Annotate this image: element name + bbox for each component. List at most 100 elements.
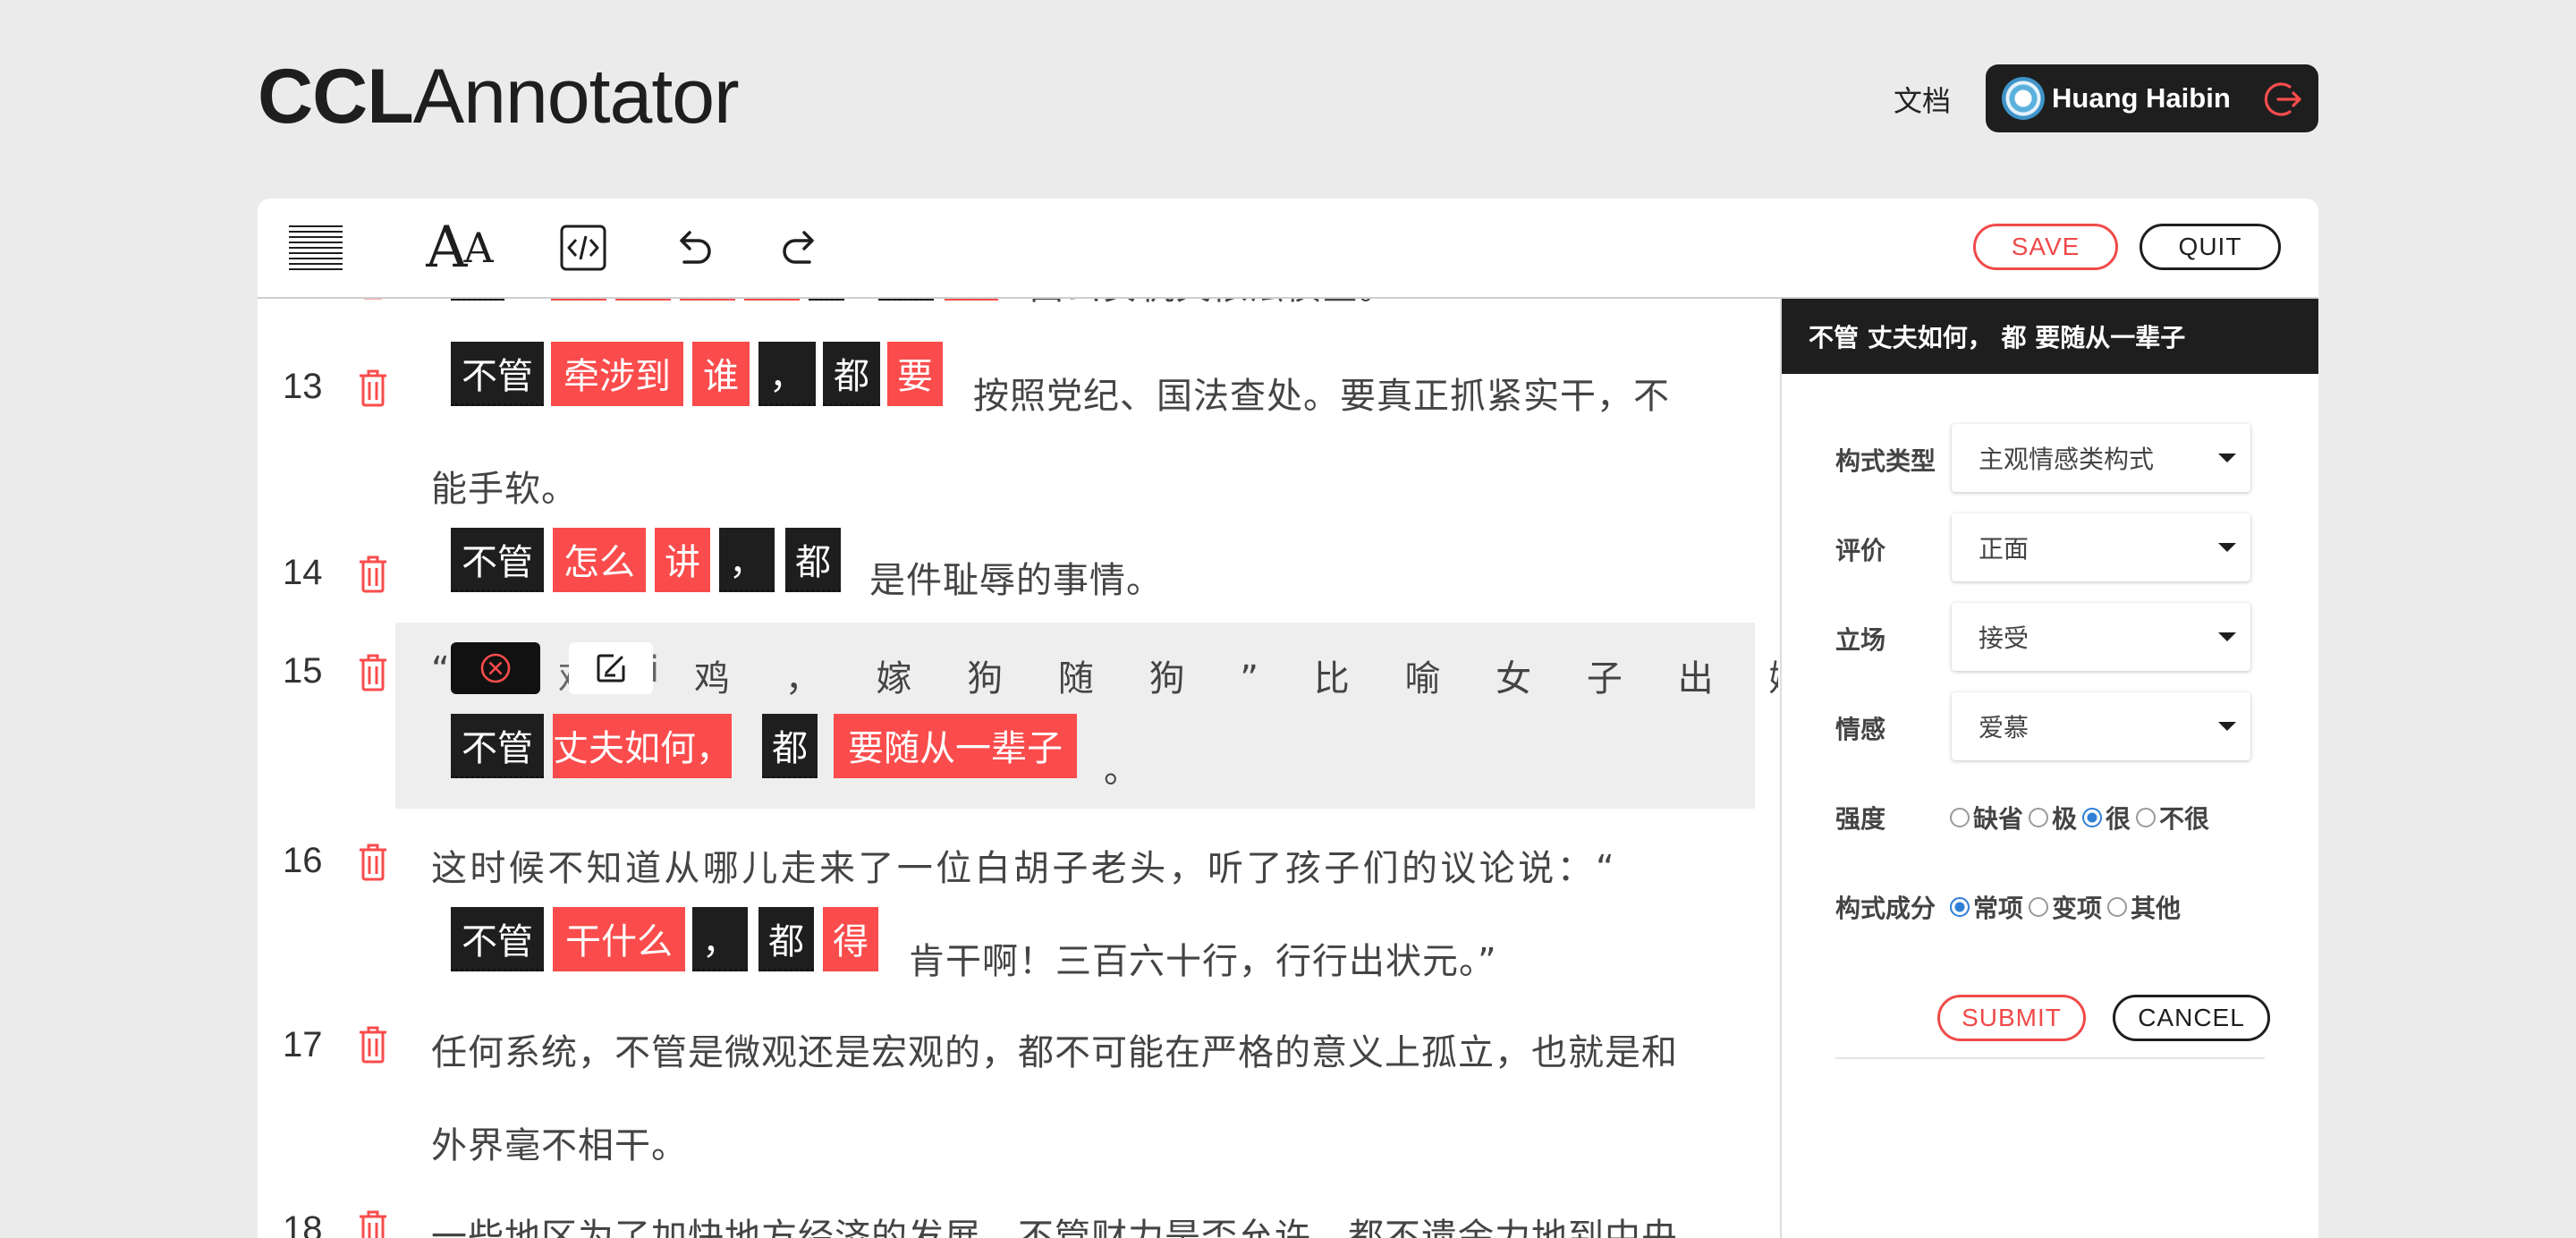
annotation-panel: 不管 丈夫如何， 都 要随从一辈子 构式类型 主观情感类构式 评价 正面 立场 … (1780, 299, 2318, 1238)
trash-icon[interactable] (358, 653, 388, 692)
code-view-icon[interactable] (558, 220, 608, 276)
token-variable[interactable] (680, 299, 735, 301)
app-logo: CCLAnnotator (258, 52, 740, 141)
row-number: 13 (283, 367, 323, 406)
trash-icon[interactable] (358, 843, 388, 882)
stance-label: 立场 (1835, 625, 1886, 655)
toolbar: AA SAVE QUIT (258, 199, 2318, 299)
token-constant[interactable]: 不管 (451, 342, 544, 406)
token-variable[interactable] (615, 299, 671, 301)
intensity-label: 强度 (1835, 804, 1886, 834)
token-constant[interactable]: 不管 (451, 528, 544, 592)
logout-icon[interactable] (2263, 79, 2304, 120)
token-constant[interactable] (451, 299, 504, 301)
token-variable[interactable] (744, 299, 800, 301)
row-number: 15 (283, 651, 323, 691)
token-variable[interactable] (945, 299, 998, 301)
line-spacing-icon[interactable] (286, 220, 345, 276)
sentence-text: 是件耻辱的事情。 (869, 560, 1163, 601)
token-constant[interactable]: 不管 (451, 714, 544, 778)
remove-icon (480, 653, 511, 683)
save-button[interactable]: SAVE (1973, 224, 2118, 270)
radio-button[interactable] (1950, 808, 1970, 827)
select-value: 接受 (1979, 623, 2029, 653)
sentence-text: 这时候不知道从哪儿走来了一位白胡子老头，听了孩子们的议论说：“ (431, 848, 1618, 889)
token-constant[interactable]: 都 (823, 342, 880, 406)
sentence-text: 外界毫不相干。 (431, 1125, 688, 1166)
select-value: 爱慕 (1979, 713, 2029, 742)
token-variable[interactable]: 丈夫如何， (553, 714, 732, 778)
radio-intensity-extreme[interactable]: 极 (2029, 800, 2077, 835)
radio-component-other[interactable]: 其他 (2107, 889, 2181, 925)
radio-intensity-default[interactable]: 缺省 (1950, 800, 2023, 835)
token-constant[interactable]: 都 (785, 528, 841, 592)
undo-icon[interactable] (671, 220, 716, 276)
token-variable[interactable]: 讲 (655, 528, 710, 592)
stance-select[interactable]: 接受 (1952, 603, 2250, 671)
row-number: 18 (283, 1209, 323, 1238)
radio-button[interactable] (2029, 808, 2049, 827)
trash-icon[interactable] (358, 1209, 388, 1238)
radio-button[interactable] (2107, 897, 2128, 917)
sentence-text: 按照党纪、国法查处。要真正抓紧实干，不 (973, 376, 1670, 417)
token-variable[interactable] (551, 299, 606, 301)
construction-type-select[interactable]: 主观情感类构式 (1952, 424, 2250, 492)
edit-annotation-button[interactable] (569, 642, 653, 694)
emotion-label: 情感 (1835, 715, 1886, 744)
trash-icon[interactable] (358, 369, 388, 408)
radio-component-constant[interactable]: 常项 (1950, 889, 2023, 925)
token-variable[interactable]: 要 (887, 342, 943, 406)
component-radio-group: 常项 变项 其他 (1950, 889, 2186, 925)
sentence-list: 12 由公安机关依法侦查。 13 不管 牵涉到 谁 ， 都 要 按照党纪、国法查… (258, 299, 1778, 1238)
component-label: 构式成分 (1835, 894, 1936, 923)
select-value: 主观情感类构式 (1979, 445, 2155, 474)
evaluation-select[interactable]: 正面 (1952, 513, 2250, 581)
avatar (2002, 77, 2045, 120)
docs-link[interactable]: 文档 (1894, 79, 1951, 120)
radio-intensity-not-very[interactable]: 不很 (2136, 800, 2209, 835)
radio-button[interactable] (2136, 808, 2157, 827)
select-value: 正面 (1979, 534, 2029, 564)
token-variable[interactable]: 牵涉到 (551, 342, 683, 406)
trash-icon[interactable] (358, 555, 388, 594)
radio-component-variable[interactable]: 变项 (2029, 889, 2102, 925)
caret-down-icon (2218, 632, 2236, 641)
sentence-end: 。 (1104, 750, 1140, 791)
construction-type-label: 构式类型 (1835, 446, 1936, 476)
token-constant[interactable]: ， (692, 907, 748, 971)
caret-down-icon (2218, 543, 2236, 552)
edit-icon (597, 654, 625, 683)
radio-button[interactable] (2082, 808, 2103, 827)
trash-icon[interactable] (358, 1025, 388, 1064)
row-number: 17 (283, 1025, 323, 1064)
radio-intensity-very[interactable]: 很 (2082, 800, 2131, 835)
cancel-button[interactable]: CANCEL (2113, 995, 2270, 1041)
token-constant[interactable] (809, 299, 844, 301)
brand-light: Annotator (412, 54, 740, 140)
token-variable[interactable]: 要随从一辈子 (834, 714, 1077, 778)
panel-title: 不管 丈夫如何， 都 要随从一辈子 (1782, 299, 2318, 374)
token-constant[interactable]: ， (758, 342, 816, 406)
radio-button[interactable] (1950, 897, 1970, 917)
submit-button[interactable]: SUBMIT (1937, 995, 2086, 1041)
token-variable[interactable]: 干什么 (553, 907, 685, 971)
token-variable[interactable]: 谁 (692, 342, 750, 406)
radio-button[interactable] (2029, 897, 2049, 917)
sentence-text: 肯干啊！三百六十行，行行出状元。” (909, 941, 1497, 982)
emotion-select[interactable]: 爱慕 (1952, 692, 2250, 760)
redo-icon[interactable] (778, 220, 823, 276)
font-size-icon[interactable]: AA (413, 215, 503, 281)
trash-icon[interactable] (358, 299, 388, 301)
caret-down-icon (2218, 722, 2236, 731)
token-constant[interactable]: 都 (762, 714, 818, 778)
token-constant[interactable] (878, 299, 934, 301)
quit-button[interactable]: QUIT (2140, 224, 2281, 270)
sentence-text: 由公安机关依法侦查。 (1029, 299, 1395, 310)
token-variable[interactable]: 得 (823, 907, 878, 971)
token-variable[interactable]: 怎么 (553, 528, 646, 592)
token-constant[interactable]: ， (719, 528, 775, 592)
token-constant[interactable]: 都 (758, 907, 814, 971)
token-constant[interactable]: 不管 (451, 907, 544, 971)
user-menu[interactable]: Huang Haibin (1986, 64, 2318, 132)
remove-annotation-button[interactable] (451, 642, 540, 694)
